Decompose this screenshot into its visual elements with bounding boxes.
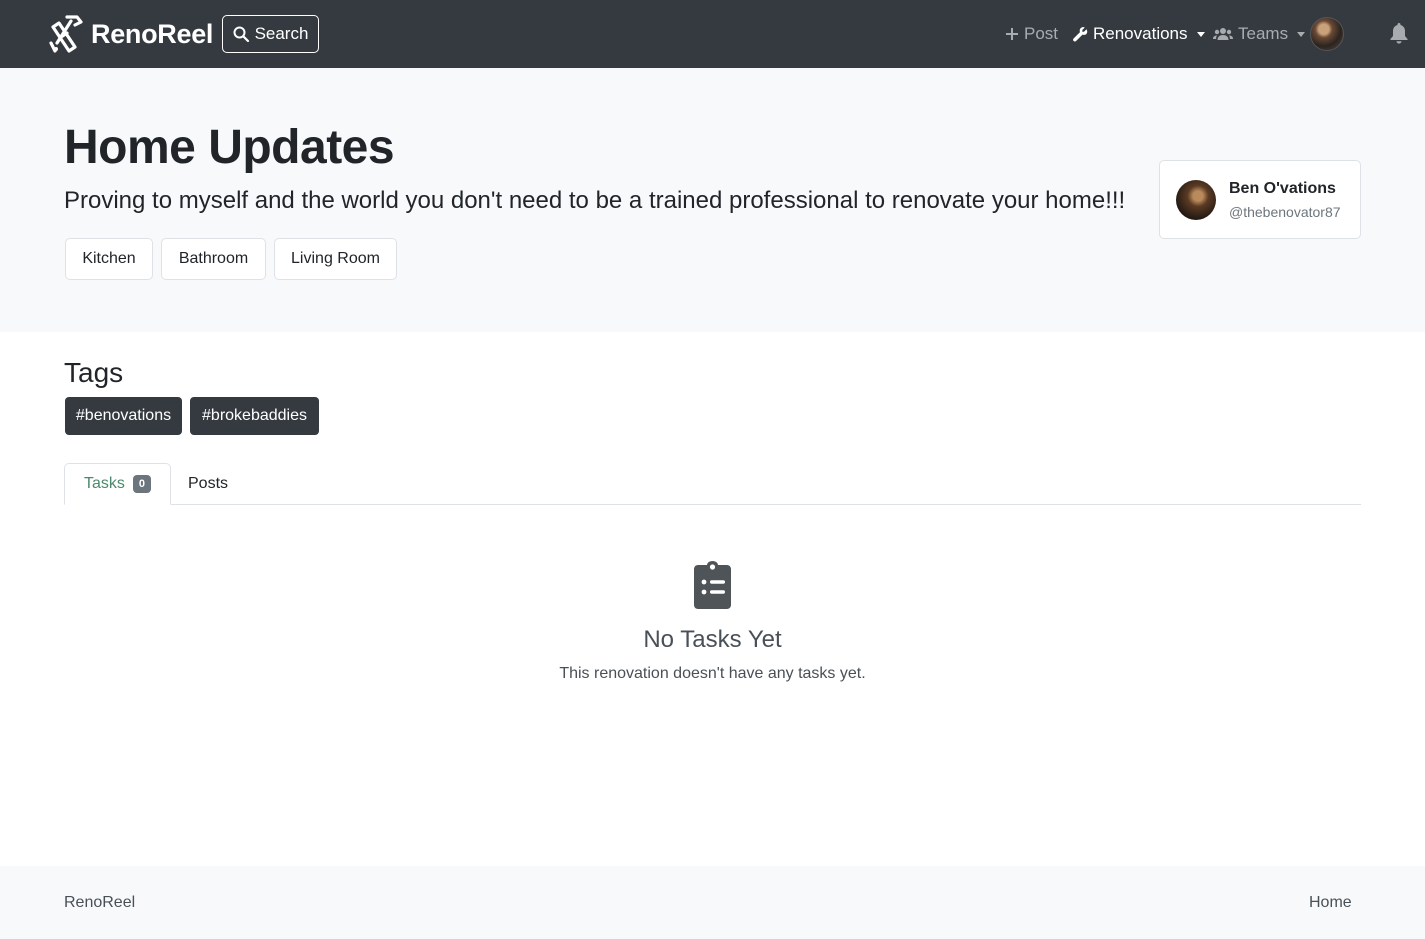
room-button-bathroom[interactable]: Bathroom (161, 238, 266, 280)
nav-teams-dropdown[interactable]: Teams (1213, 0, 1306, 68)
renovation-header: Home Updates Proving to myself and the w… (0, 68, 1425, 332)
owner-avatar (1176, 180, 1216, 220)
users-icon (1213, 28, 1233, 40)
navbar: RenoReel Search Post Renovations Teams (0, 0, 1425, 68)
footer-home-link[interactable]: Home (1309, 894, 1352, 912)
owner-card[interactable]: Ben O'vations @thebenovator87 (1159, 160, 1361, 239)
room-button-kitchen[interactable]: Kitchen (65, 238, 153, 280)
tasks-count-badge: 0 (132, 475, 152, 493)
nav-post-link[interactable]: Post (1005, 0, 1058, 68)
page-title: Home Updates (64, 121, 395, 174)
tools-logo-icon (49, 15, 83, 53)
search-button[interactable]: Search (222, 15, 319, 53)
wrench-icon (1073, 27, 1088, 42)
nav-renovations-dropdown[interactable]: Renovations (1072, 0, 1205, 68)
clipboard-list-icon (694, 561, 731, 609)
nav-renovations-label: Renovations (1093, 24, 1188, 43)
chevron-down-icon (1297, 31, 1306, 37)
footer: RenoReel Home (0, 866, 1425, 939)
nav-teams-label: Teams (1238, 24, 1289, 43)
brand-name: RenoReel (91, 18, 214, 49)
tab-posts[interactable]: Posts (188, 463, 228, 505)
user-avatar-menu[interactable] (1310, 17, 1344, 51)
footer-brand: RenoReel (64, 894, 136, 911)
empty-state-title: No Tasks Yet (643, 626, 782, 653)
plus-icon (1006, 28, 1018, 40)
search-icon (233, 26, 249, 42)
tag-benovations[interactable]: #benovations (65, 397, 182, 435)
search-button-label: Search (254, 24, 309, 43)
chevron-down-icon (1196, 31, 1205, 37)
tags-heading: Tags (64, 357, 124, 388)
tag-brokebaddies[interactable]: #brokebaddies (190, 397, 319, 435)
tab-tasks[interactable]: Tasks 0 (64, 463, 171, 505)
owner-handle: @thebenovator87 (1229, 204, 1341, 220)
room-button-living-room[interactable]: Living Room (274, 238, 397, 280)
tabs-divider (64, 504, 1361, 505)
bell-icon[interactable] (1389, 22, 1409, 44)
empty-state-text: This renovation doesn't have any tasks y… (559, 665, 866, 682)
owner-name: Ben O'vations (1229, 180, 1336, 197)
nav-post-label: Post (1024, 24, 1059, 43)
tab-tasks-label: Tasks (83, 475, 125, 492)
renovation-description: Proving to myself and the world you don'… (64, 187, 1126, 214)
brand-link[interactable]: RenoReel (47, 13, 213, 55)
